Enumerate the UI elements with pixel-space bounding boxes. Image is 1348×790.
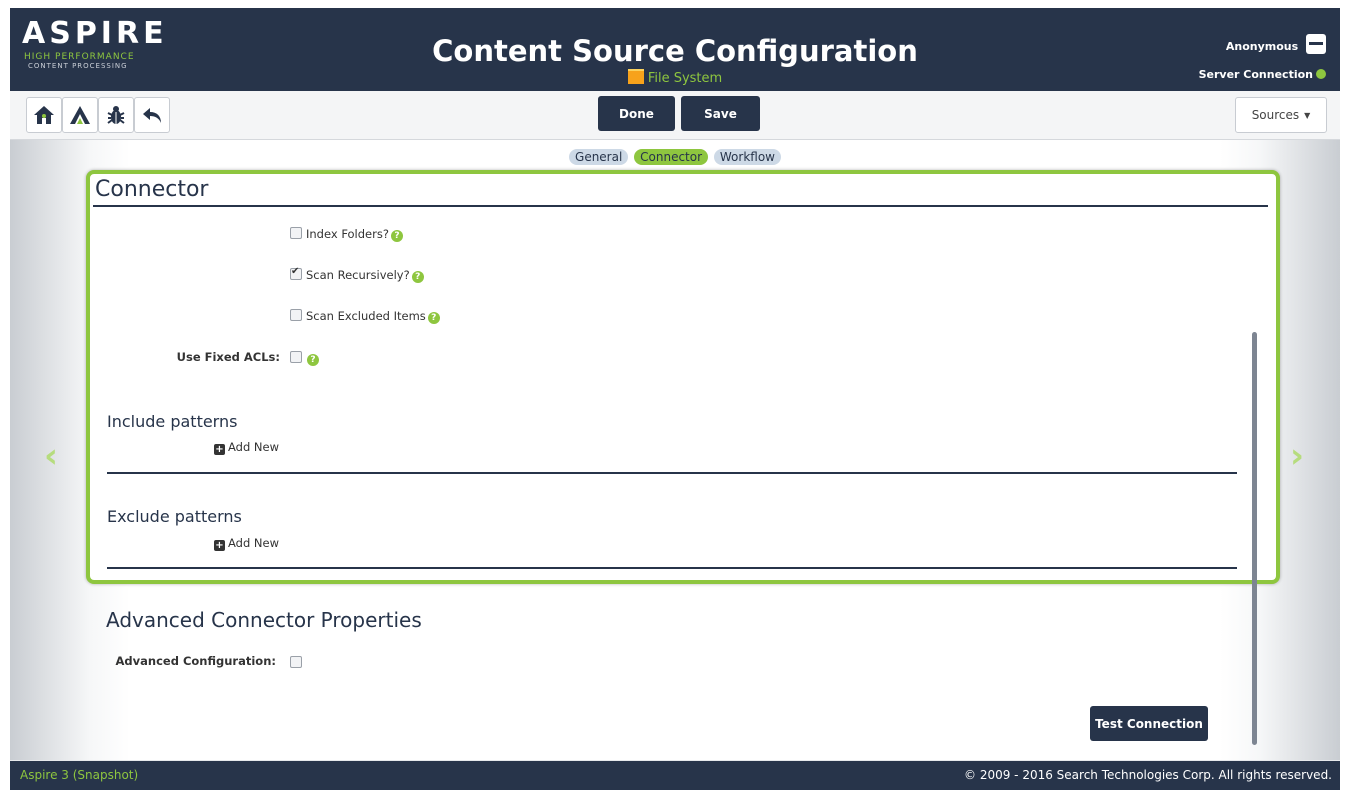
toolbar: Done Save Sources ▼ xyxy=(10,91,1340,140)
use-fixed-acls-checkbox[interactable] xyxy=(290,351,302,363)
app-header: ASPIRE HIGH PERFORMANCE CONTENT PROCESSI… xyxy=(10,8,1340,91)
connector-title: Connector xyxy=(95,177,209,202)
scan-recursively-checkbox[interactable] xyxy=(290,266,302,280)
source-type: File System xyxy=(10,69,1340,86)
include-add-new-label: Add New xyxy=(228,440,280,454)
content-area: General Connector Workflow ‹ › Connector… xyxy=(10,140,1340,760)
bug-icon xyxy=(107,106,125,124)
advanced-configuration-label: Advanced Configuration: xyxy=(115,654,276,668)
app-footer: Aspire 3 (Snapshot) © 2009 - 2016 Search… xyxy=(10,761,1340,790)
help-icon[interactable]: ? xyxy=(390,230,403,242)
tab-workflow[interactable]: Workflow xyxy=(713,149,781,165)
scan-recursively-option: Scan Recursively?? xyxy=(290,266,424,283)
sources-label: Sources xyxy=(1251,108,1300,122)
done-button[interactable]: Done xyxy=(598,96,675,131)
exclude-add-new-button[interactable]: + Add New xyxy=(214,536,279,551)
exclude-patterns-divider xyxy=(107,567,1237,569)
home-button[interactable] xyxy=(26,97,62,133)
scan-excluded-items-option: Scan Excluded Items? xyxy=(290,309,440,324)
anonymous-user-icon xyxy=(1306,34,1326,54)
user-menu[interactable]: Anonymous xyxy=(1226,34,1326,54)
connector-panel: Connector Index Folders?? Scan Recursive… xyxy=(86,170,1280,584)
scan-excluded-items-label: Scan Excluded Items xyxy=(306,309,426,323)
exclude-patterns-heading: Exclude patterns xyxy=(107,507,242,526)
tab-connector[interactable]: Connector xyxy=(634,149,709,165)
help-icon[interactable]: ? xyxy=(411,271,424,283)
folder-icon xyxy=(627,69,644,84)
help-icon[interactable]: ? xyxy=(427,312,440,324)
connection-status-dot-icon xyxy=(1316,69,1326,79)
source-type-label: File System xyxy=(647,71,723,86)
include-add-new-button[interactable]: + Add New xyxy=(214,440,279,455)
use-fixed-acls-option: ? xyxy=(290,351,319,366)
back-button[interactable] xyxy=(134,97,170,133)
plus-icon: + xyxy=(214,444,225,455)
include-patterns-heading: Include patterns xyxy=(107,412,238,431)
page-title: Content Source Configuration xyxy=(432,34,918,68)
include-patterns-divider xyxy=(107,472,1237,474)
server-connection-status: Server Connection xyxy=(1199,68,1326,81)
copyright-text: © 2009 - 2016 Search Technologies Corp. … xyxy=(964,768,1332,782)
scan-recursively-label: Scan Recursively? xyxy=(306,268,410,282)
advanced-properties-heading: Advanced Connector Properties xyxy=(106,608,422,632)
caret-down-icon: ▼ xyxy=(1304,110,1311,120)
plus-icon: + xyxy=(214,540,225,551)
version-label: Aspire 3 (Snapshot) xyxy=(20,768,139,782)
use-fixed-acls-label: Use Fixed ACLs: xyxy=(176,350,280,364)
home-icon xyxy=(34,106,54,124)
vertical-scrollbar[interactable] xyxy=(1252,332,1257,745)
previous-arrow-icon[interactable]: ‹ xyxy=(44,436,58,476)
scan-excluded-items-checkbox[interactable] xyxy=(290,309,302,321)
undo-arrow-icon xyxy=(143,108,161,123)
aspire-button[interactable] xyxy=(62,97,98,133)
config-tabs: General Connector Workflow xyxy=(10,149,1340,165)
app-window: ASPIRE HIGH PERFORMANCE CONTENT PROCESSI… xyxy=(10,8,1340,790)
aspire-a-icon xyxy=(70,106,90,124)
index-folders-option: Index Folders?? xyxy=(290,227,403,242)
tab-general[interactable]: General xyxy=(569,149,629,165)
server-connection-label: Server Connection xyxy=(1198,68,1313,81)
title-divider xyxy=(93,205,1268,207)
user-name: Anonymous xyxy=(1225,40,1299,53)
save-button[interactable]: Save xyxy=(681,96,760,131)
next-arrow-icon[interactable]: › xyxy=(1290,436,1304,476)
debug-button[interactable] xyxy=(98,97,134,133)
help-icon[interactable]: ? xyxy=(307,354,319,366)
test-connection-button[interactable]: Test Connection xyxy=(1090,706,1208,741)
advanced-configuration-checkbox[interactable] xyxy=(290,656,302,668)
index-folders-label: Index Folders? xyxy=(306,227,389,241)
sources-dropdown[interactable]: Sources ▼ xyxy=(1235,97,1327,133)
exclude-add-new-label: Add New xyxy=(228,536,280,550)
index-folders-checkbox[interactable] xyxy=(290,227,302,239)
